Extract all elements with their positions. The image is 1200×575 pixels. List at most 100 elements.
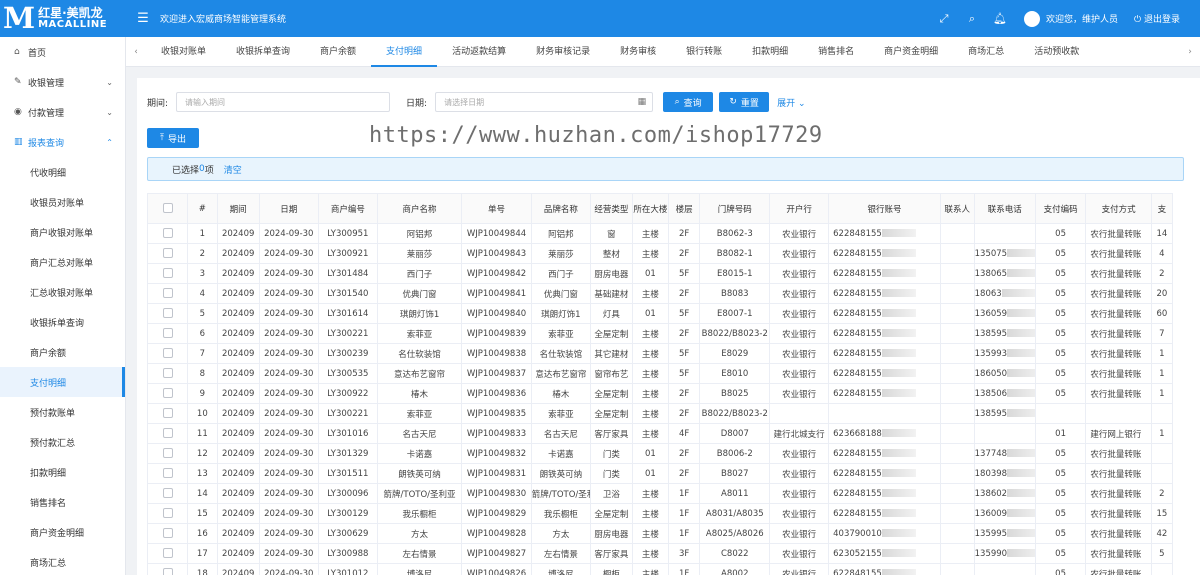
table-cell: 202409 [216, 383, 260, 404]
tab[interactable]: 活动返款结算 [437, 37, 521, 67]
tab-scroll-right-icon[interactable]: › [1180, 47, 1200, 57]
reset-button[interactable]: ↻ 重置 [719, 92, 770, 112]
table-cell: 13 [187, 463, 218, 484]
row-checkbox[interactable] [147, 483, 189, 504]
table-row[interactable]: 3 202409 2024-09-30 LY301484 西门子 WJP10049842 西… [147, 263, 1174, 284]
period-input[interactable]: 请输入期间 [176, 92, 391, 112]
sidebar-item-reports[interactable]: ▥ 报表查询 ⌃ [0, 127, 125, 157]
table-row[interactable]: 12 202409 2024-09-30 LY301329 卡诺嘉 WJP10049832… [147, 443, 1174, 464]
column-header: 开户行 [769, 193, 830, 224]
table-row[interactable]: 13 202409 2024-09-30 LY301511 朗铁英可纳 WJP100498… [147, 463, 1174, 484]
masked-digits [881, 289, 916, 297]
table-row[interactable]: 4 202409 2024-09-30 LY301540 优典门窗 WJP10049841… [147, 283, 1174, 304]
row-checkbox[interactable] [147, 543, 189, 564]
sidebar-subitem[interactable]: 预付款账单 [0, 397, 125, 427]
row-checkbox[interactable] [147, 563, 189, 575]
table-cell: 1 [1150, 383, 1174, 404]
tab[interactable]: 收银对账单 [146, 37, 221, 67]
row-checkbox[interactable] [147, 383, 189, 404]
table-cell: 农业银行 [769, 443, 830, 464]
row-checkbox[interactable] [147, 263, 189, 284]
sidebar-subitem[interactable]: 收银员对账单 [0, 187, 125, 217]
tab[interactable]: 商场汇总 [953, 37, 1019, 67]
tab[interactable]: 商户余额 [305, 37, 371, 67]
clear-selection-button[interactable]: 清空 [224, 163, 242, 176]
table-row[interactable]: 1 202409 2024-09-30 LY300951 阿铝邦 WJP10049844 阿… [147, 223, 1174, 244]
row-checkbox[interactable] [147, 223, 189, 244]
row-checkbox[interactable] [147, 363, 189, 384]
sidebar-subitem[interactable]: 收银拆单查询 [0, 307, 125, 337]
row-checkbox[interactable] [147, 323, 189, 344]
search-icon[interactable]: ⌕ [958, 12, 986, 26]
row-checkbox[interactable] [147, 443, 189, 464]
table-row[interactable]: 9 202409 2024-09-30 LY300922 椿木 WJP10049836 椿木… [147, 383, 1174, 404]
table-cell: 137748 [973, 443, 1036, 464]
column-header: 银行账号 [828, 193, 941, 224]
sidebar-subitem[interactable]: 商户资金明细 [0, 517, 125, 547]
table-row[interactable]: 15 202409 2024-09-30 LY300129 我乐橱柜 WJP1004982… [147, 503, 1174, 524]
expand-button[interactable]: 展开 ⌄ [777, 96, 805, 109]
table-cell: 门类 [589, 443, 634, 464]
date-picker[interactable]: 请选择日期 ▦ [435, 92, 654, 112]
tab[interactable]: 活动预收款 [1019, 37, 1094, 67]
masked-digits [881, 309, 916, 317]
table-cell: 主楼 [632, 283, 669, 304]
table-row[interactable]: 2 202409 2024-09-30 LY300921 莱丽莎 WJP10049843 莱… [147, 243, 1174, 264]
row-checkbox[interactable] [147, 343, 189, 364]
tab[interactable]: 收银拆单查询 [221, 37, 305, 67]
export-button[interactable]: ⤒ 导出 [147, 128, 199, 148]
avatar[interactable] [1023, 10, 1040, 27]
table-row[interactable]: 8 202409 2024-09-30 LY300535 意达布艺窗帘 WJP100498… [147, 363, 1174, 384]
sidebar-subitem[interactable]: 销售排名 [0, 487, 125, 517]
tab-scroll-left-icon[interactable]: ‹ [126, 47, 146, 57]
row-checkbox[interactable] [147, 523, 189, 544]
table-cell: D8007 [699, 423, 771, 444]
fullscreen-icon[interactable]: ⤢ [930, 12, 958, 26]
bell-icon[interactable]: 🔔︎ [986, 12, 1014, 25]
sidebar-item-home[interactable]: ⌂ 首页 [0, 37, 125, 67]
table-row[interactable]: 5 202409 2024-09-30 LY301614 琪朗灯饰1 WJP1004984… [147, 303, 1174, 324]
sidebar-subitem[interactable]: 商户汇总对账单 [0, 247, 125, 277]
sidebar-item-payment[interactable]: ◉ 付款管理 ⌄ [0, 97, 125, 127]
row-checkbox[interactable] [147, 503, 189, 524]
sidebar-subitem[interactable]: 预付款汇总 [0, 427, 125, 457]
sidebar-subitem[interactable]: 代收明细 [0, 157, 125, 187]
table-row[interactable]: 18 202409 2024-09-30 LY301012 博洛尼 WJP10049826… [147, 563, 1174, 575]
row-checkbox[interactable] [147, 403, 189, 424]
table-cell [939, 323, 975, 344]
table-row[interactable]: 10 202409 2024-09-30 LY300221 索菲亚 WJP10049835… [147, 403, 1174, 424]
table-row[interactable]: 14 202409 2024-09-30 LY300096 箭牌/TOTO/圣利亚 WJP… [147, 483, 1174, 504]
tab[interactable]: 商户资金明细 [869, 37, 953, 67]
table-cell: 2F [667, 403, 701, 424]
row-checkbox[interactable] [147, 463, 189, 484]
row-checkbox[interactable] [147, 423, 189, 444]
sidebar-item-cashier[interactable]: ✎ 收银管理 ⌄ [0, 67, 125, 97]
sidebar-subitem[interactable]: 商户收银对账单 [0, 217, 125, 247]
table-row[interactable]: 11 202409 2024-09-30 LY301016 名古天尼 WJP1004983… [147, 423, 1174, 444]
tab[interactable]: 财务审核 [605, 37, 671, 67]
logout-button[interactable]: ⏻ 退出登录 [1134, 12, 1180, 25]
tab[interactable]: 销售排名 [803, 37, 869, 67]
tab[interactable]: 支付明细 [371, 37, 438, 67]
menu-toggle-icon[interactable]: ☰ [126, 11, 160, 26]
tab[interactable]: 财务审核记录 [521, 37, 605, 67]
table-row[interactable]: 7 202409 2024-09-30 LY300239 名仕软装馆 WJP1004983… [147, 343, 1174, 364]
tab[interactable]: 扣款明细 [737, 37, 803, 67]
row-checkbox[interactable] [147, 243, 189, 264]
table-row[interactable]: 17 202409 2024-09-30 LY300988 左右情景 WJP1004982… [147, 543, 1174, 564]
row-checkbox[interactable] [147, 283, 189, 304]
row-checkbox[interactable] [147, 303, 189, 324]
sidebar-subitem[interactable]: 商户余额 [0, 337, 125, 367]
table-cell: 农行批量转账 [1085, 223, 1152, 244]
table-row[interactable]: 16 202409 2024-09-30 LY300629 方太 WJP10049828 方… [147, 523, 1174, 544]
table-cell: 农行批量转账 [1085, 323, 1152, 344]
select-all-checkbox[interactable] [147, 193, 189, 224]
sidebar-subitem[interactable]: 支付明细 [0, 367, 125, 397]
query-button[interactable]: ⌕ 查询 [663, 92, 714, 112]
table-row[interactable]: 6 202409 2024-09-30 LY300221 索菲亚 WJP10049839 索… [147, 323, 1174, 344]
sidebar-subitem[interactable]: 汇总收银对账单 [0, 277, 125, 307]
sidebar-subitem[interactable]: 扣款明细 [0, 457, 125, 487]
table-cell: 2F [667, 243, 701, 264]
tab[interactable]: 银行转账 [671, 37, 737, 67]
sidebar-subitem[interactable]: 商场汇总 [0, 547, 125, 575]
